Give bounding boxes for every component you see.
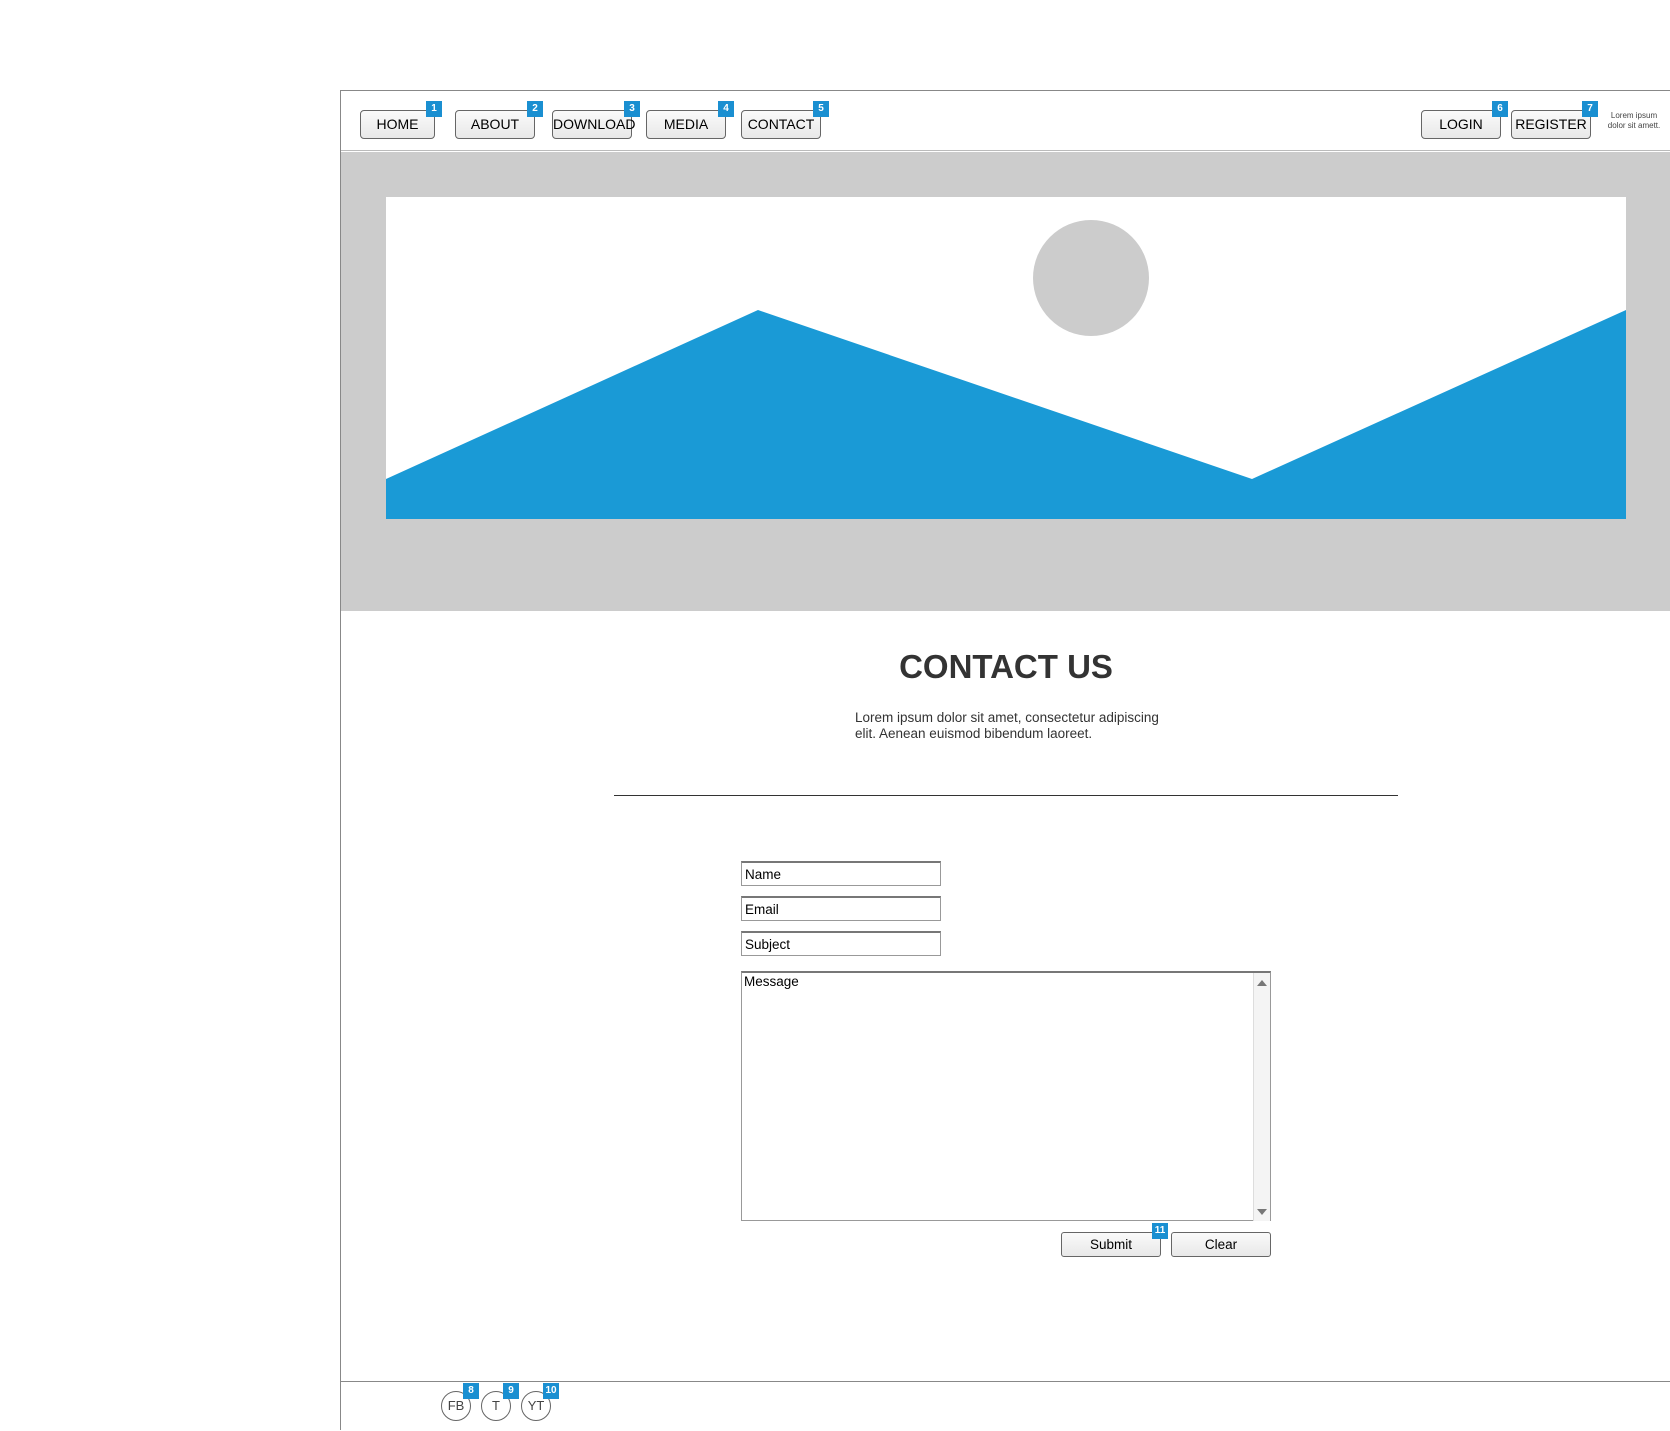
name-field[interactable] [741,861,941,886]
footer: FB 8 T 9 YT 10 [341,1381,1670,1431]
scroll-down-icon[interactable] [1257,1209,1267,1215]
login-button[interactable]: LOGIN [1421,110,1501,139]
submit-button[interactable]: Submit [1061,1232,1161,1257]
clear-label: Clear [1204,1237,1238,1252]
submit-badge: 11 [1152,1223,1168,1239]
youtube-label: YT [527,1398,545,1413]
message-field[interactable] [742,973,1252,1219]
nav-contact-button[interactable]: CONTACT [741,110,821,139]
message-field-container [741,971,1271,1221]
clear-button[interactable]: Clear [1171,1232,1271,1257]
subject-field[interactable] [741,931,941,956]
nav-contact-label: CONTACT [747,116,815,132]
nav-home-button[interactable]: HOME [360,110,435,139]
nav-about-button[interactable]: ABOUT [455,110,535,139]
nav-media-badge: 4 [718,101,734,117]
section-divider [614,795,1398,796]
nav-about-label: ABOUT [470,116,520,132]
landscape-placeholder-icon [386,197,1626,519]
message-scrollbar[interactable] [1253,973,1270,1221]
nav-download-label: DOWNLOAD [553,116,636,132]
register-button[interactable]: REGISTER [1511,110,1591,139]
youtube-badge: 10 [543,1383,559,1399]
nav-download-badge: 3 [624,101,640,117]
intro-text: Lorem ipsum dolor sit amet, consectetur … [855,710,1159,741]
twitter-badge: 9 [503,1383,519,1399]
register-badge: 7 [1582,101,1598,117]
register-label: REGISTER [1515,116,1587,132]
login-badge: 6 [1492,101,1508,117]
submit-label: Submit [1089,1237,1133,1252]
header-note-text: Lorem ipsum dolor sit amett. [1607,111,1661,130]
page-title: CONTACT US [899,648,1113,685]
nav-contact-badge: 5 [813,101,829,117]
nav-media-label: MEDIA [663,116,709,132]
page-frame: HOME 1 ABOUT 2 DOWNLOAD 3 MEDIA 4 CONTAC… [340,90,1670,1430]
nav-media-button[interactable]: MEDIA [646,110,726,139]
nav-download-button[interactable]: DOWNLOAD [552,110,636,139]
hero-banner [341,152,1670,611]
scroll-up-icon[interactable] [1257,980,1267,986]
nav-home-label: HOME [376,116,419,132]
nav-home-badge: 1 [426,101,442,117]
facebook-badge: 8 [463,1383,479,1399]
facebook-label: FB [447,1398,465,1413]
twitter-label: T [492,1398,500,1413]
email-field[interactable] [741,896,941,921]
login-label: LOGIN [1439,116,1483,132]
top-nav-bar: HOME 1 ABOUT 2 DOWNLOAD 3 MEDIA 4 CONTAC… [341,91,1670,151]
sun-shape [1033,220,1149,336]
nav-about-badge: 2 [527,101,543,117]
